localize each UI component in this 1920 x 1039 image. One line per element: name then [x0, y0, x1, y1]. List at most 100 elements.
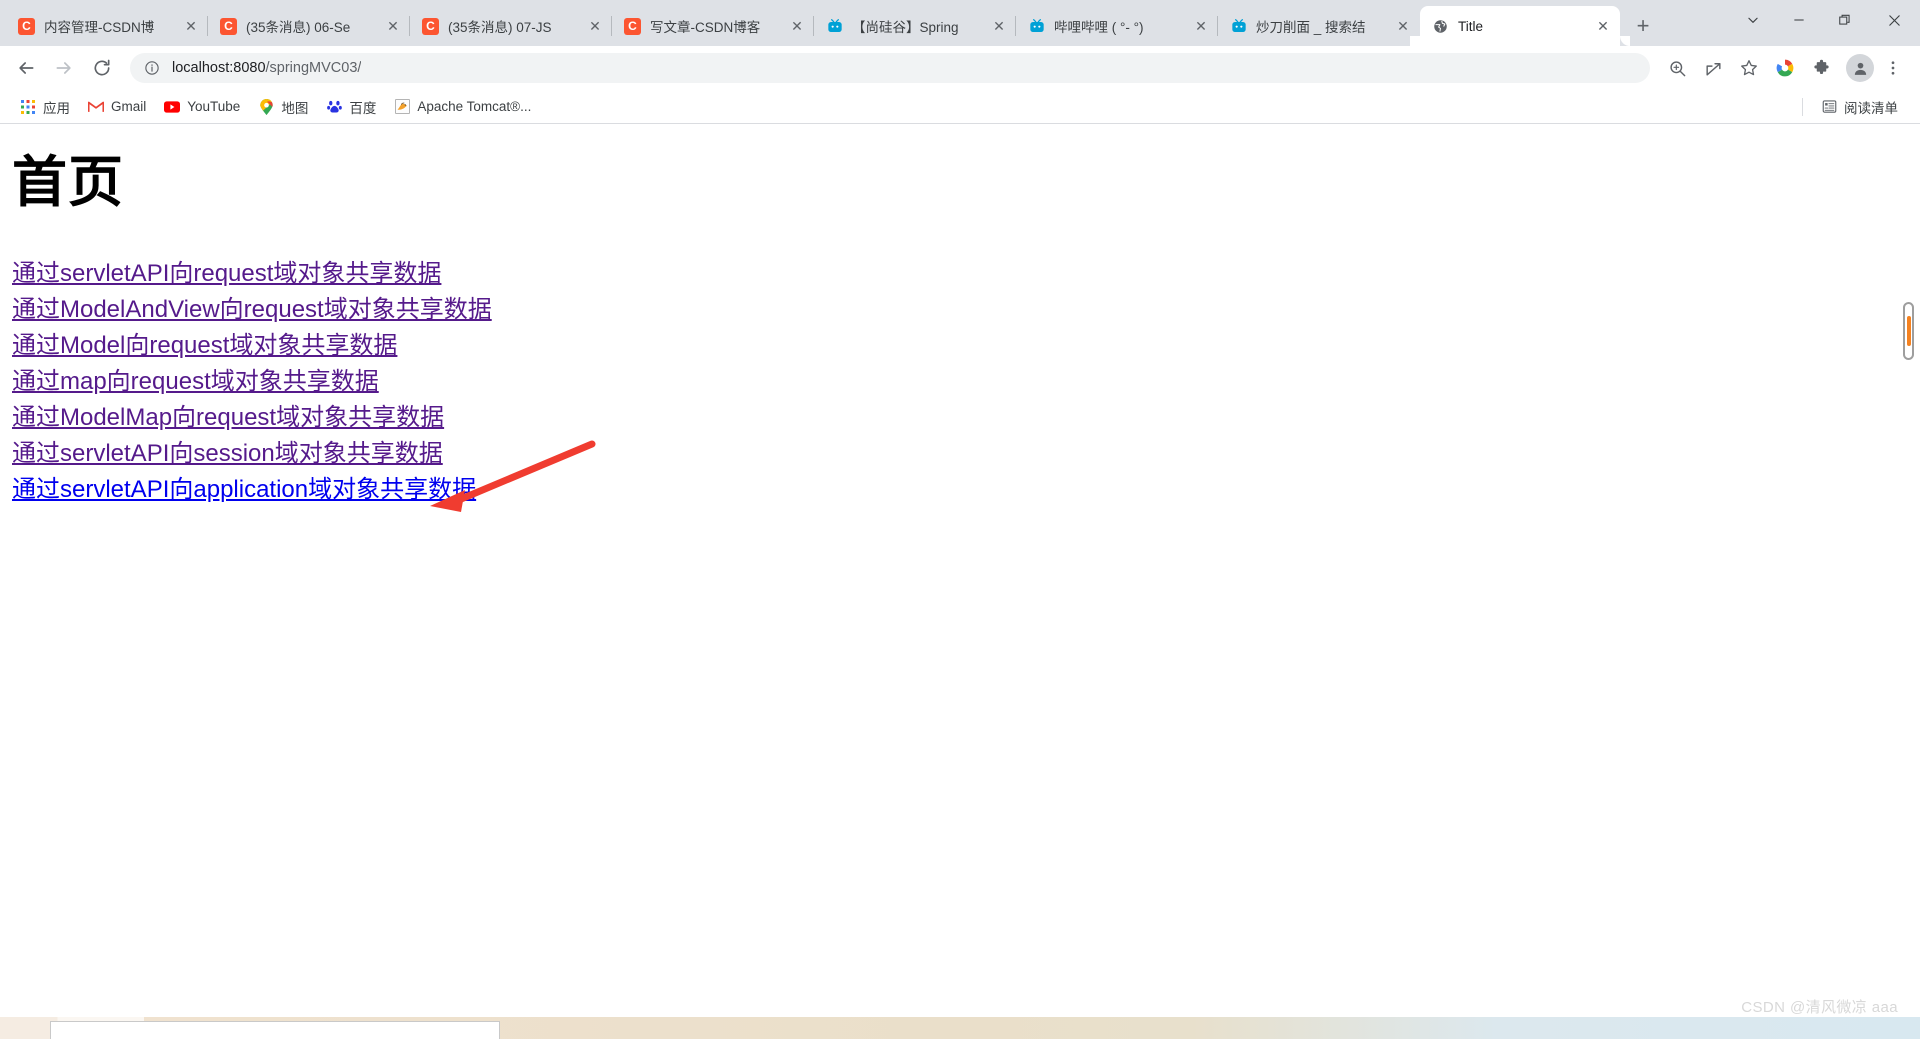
bilibili-icon	[826, 18, 843, 35]
bilibili-icon	[1230, 18, 1247, 35]
csdn-icon: C	[422, 17, 439, 35]
more-menu-icon[interactable]	[1876, 51, 1910, 85]
link-servletapi-session[interactable]: 通过servletAPI向session域对象共享数据	[12, 440, 443, 467]
share-icon[interactable]	[1696, 51, 1730, 85]
globe-icon	[1432, 18, 1449, 35]
reload-button[interactable]	[86, 52, 118, 84]
csdn-icon: C	[624, 17, 641, 35]
tab-title: (35条消息) 07-JS	[448, 20, 552, 35]
scroll-position-marker[interactable]	[1903, 302, 1914, 360]
page-viewport: 首页 通过servletAPI向request域对象共享数据 通过ModelAn…	[0, 124, 1920, 1039]
link-row: 通过servletAPI向request域对象共享数据	[12, 257, 1920, 293]
link-modelandview-request[interactable]: 通过ModelAndView向request域对象共享数据	[12, 296, 492, 323]
tab-close-icon[interactable]: ✕	[584, 15, 606, 37]
url-path: /springMVC03/	[265, 60, 362, 76]
tab-0[interactable]: C 内容管理-CSDN博 ✕	[6, 6, 208, 46]
bookmark-label: 百度	[349, 100, 377, 116]
tab-title: 哔哩哔哩 ( °- °)	[1054, 20, 1144, 35]
tab-title: 【尚硅谷】Spring	[852, 20, 959, 35]
tab-close-icon[interactable]: ✕	[180, 15, 202, 37]
reading-list-label: 阅读清单	[1844, 100, 1898, 116]
new-tab-button[interactable]: +	[1626, 9, 1660, 43]
tab-7-active[interactable]: Title ✕	[1420, 6, 1630, 46]
link-modelmap-request[interactable]: 通过ModelMap向request域对象共享数据	[12, 404, 444, 431]
reading-list-icon	[1821, 99, 1837, 115]
window-controls	[1730, 0, 1920, 40]
tomcat-icon	[394, 99, 410, 115]
tab-close-icon[interactable]: ✕	[786, 15, 808, 37]
link-servletapi-request[interactable]: 通过servletAPI向request域对象共享数据	[12, 260, 441, 287]
tab-title: 炒刀削面 _ 搜索结	[1256, 20, 1366, 35]
link-map-request[interactable]: 通过map向request域对象共享数据	[12, 368, 379, 395]
csdn-watermark: CSDN @清风微凉 aaa	[1741, 999, 1898, 1016]
url-host: localhost:8080	[172, 60, 266, 76]
link-row: 通过Model向request域对象共享数据	[12, 329, 1920, 365]
back-button[interactable]	[10, 52, 42, 84]
bookmark-gmail[interactable]: Gmail	[80, 94, 154, 120]
browser-toolbar: localhost:8080/springMVC03/	[0, 46, 1920, 90]
google-profile-icon[interactable]	[1768, 51, 1802, 85]
reading-list-button[interactable]: 阅读清单	[1813, 94, 1906, 120]
zoom-icon[interactable]	[1660, 51, 1694, 85]
csdn-icon: C	[18, 17, 35, 35]
bookmark-label: 应用	[43, 100, 70, 116]
csdn-icon: C	[220, 17, 237, 35]
link-row: 通过ModelMap向request域对象共享数据	[12, 401, 1920, 437]
maps-pin-icon	[258, 98, 274, 115]
close-window-icon[interactable]	[1868, 0, 1920, 40]
tab-close-icon[interactable]: ✕	[988, 15, 1010, 37]
bookmark-youtube[interactable]: YouTube	[156, 94, 248, 120]
link-model-request[interactable]: 通过Model向request域对象共享数据	[12, 332, 397, 359]
url-text: localhost:8080/springMVC03/	[172, 60, 361, 76]
scroll-thumb	[1906, 316, 1911, 346]
bookmark-label: YouTube	[187, 99, 241, 114]
tab-title: Title	[1458, 18, 1484, 34]
minimize-icon[interactable]	[1776, 0, 1822, 40]
tab-5[interactable]: 哔哩哔哩 ( °- °) ✕	[1015, 6, 1218, 46]
bookmark-maps[interactable]: 地图	[250, 94, 316, 120]
link-servletapi-application[interactable]: 通过servletAPI向application域对象共享数据	[12, 476, 476, 503]
bilibili-icon	[1028, 18, 1045, 35]
tab-search-icon[interactable]	[1730, 0, 1776, 40]
extensions-puzzle-icon[interactable]	[1804, 51, 1838, 85]
bookmark-label: Gmail	[111, 99, 147, 114]
link-list: 通过servletAPI向request域对象共享数据 通过ModelAndVi…	[12, 257, 1920, 509]
tab-close-icon[interactable]: ✕	[1392, 15, 1414, 37]
tab-2[interactable]: C (35条消息) 07-JS ✕	[409, 6, 612, 46]
background-window-edge	[50, 1021, 500, 1039]
link-row: 通过servletAPI向application域对象共享数据	[12, 473, 1920, 509]
bookmark-star-icon[interactable]	[1732, 51, 1766, 85]
tab-close-icon[interactable]: ✕	[1592, 15, 1614, 37]
divider	[1802, 97, 1803, 116]
tab-title: (35条消息) 06-Se	[246, 20, 351, 35]
maximize-restore-icon[interactable]	[1822, 0, 1868, 40]
baidu-icon	[326, 99, 342, 115]
bookmark-baidu[interactable]: 百度	[318, 94, 384, 120]
bookmark-tomcat[interactable]: Apache Tomcat®...	[386, 94, 539, 120]
tab-1[interactable]: C (35条消息) 06-Se ✕	[207, 6, 410, 46]
bookmark-label: Apache Tomcat®...	[417, 99, 532, 114]
address-bar[interactable]: localhost:8080/springMVC03/	[130, 53, 1650, 83]
bookmark-label: 地图	[281, 100, 309, 116]
toolbar-icons	[1658, 51, 1910, 85]
forward-button[interactable]	[48, 52, 80, 84]
apps-grid-icon	[20, 99, 36, 115]
link-row: 通过map向request域对象共享数据	[12, 365, 1920, 401]
tab-title: 内容管理-CSDN博	[44, 20, 155, 35]
tab-title: 写文章-CSDN博客	[650, 20, 761, 35]
bookmarks-bar: 应用 Gmail YouTube 地图 百度 Apache Tomcat®...…	[0, 90, 1920, 124]
tab-4[interactable]: 【尚硅谷】Spring ✕	[813, 6, 1016, 46]
bookmark-apps[interactable]: 应用	[12, 94, 78, 120]
profile-avatar-icon[interactable]	[1846, 54, 1874, 82]
link-row: 通过ModelAndView向request域对象共享数据	[12, 293, 1920, 329]
tab-3[interactable]: C 写文章-CSDN博客 ✕	[611, 6, 814, 46]
tab-strip: C 内容管理-CSDN博 ✕ C (35条消息) 06-Se ✕ C (35条消…	[0, 0, 1920, 46]
browser-window: C 内容管理-CSDN博 ✕ C (35条消息) 06-Se ✕ C (35条消…	[0, 0, 1920, 1039]
site-info-icon[interactable]	[144, 60, 162, 76]
tab-close-icon[interactable]: ✕	[1190, 15, 1212, 37]
tab-6[interactable]: 炒刀削面 _ 搜索结 ✕	[1217, 6, 1420, 46]
tab-close-icon[interactable]: ✕	[382, 15, 404, 37]
gmail-icon	[88, 99, 104, 115]
youtube-icon	[164, 99, 181, 115]
link-row: 通过servletAPI向session域对象共享数据	[12, 437, 1920, 473]
